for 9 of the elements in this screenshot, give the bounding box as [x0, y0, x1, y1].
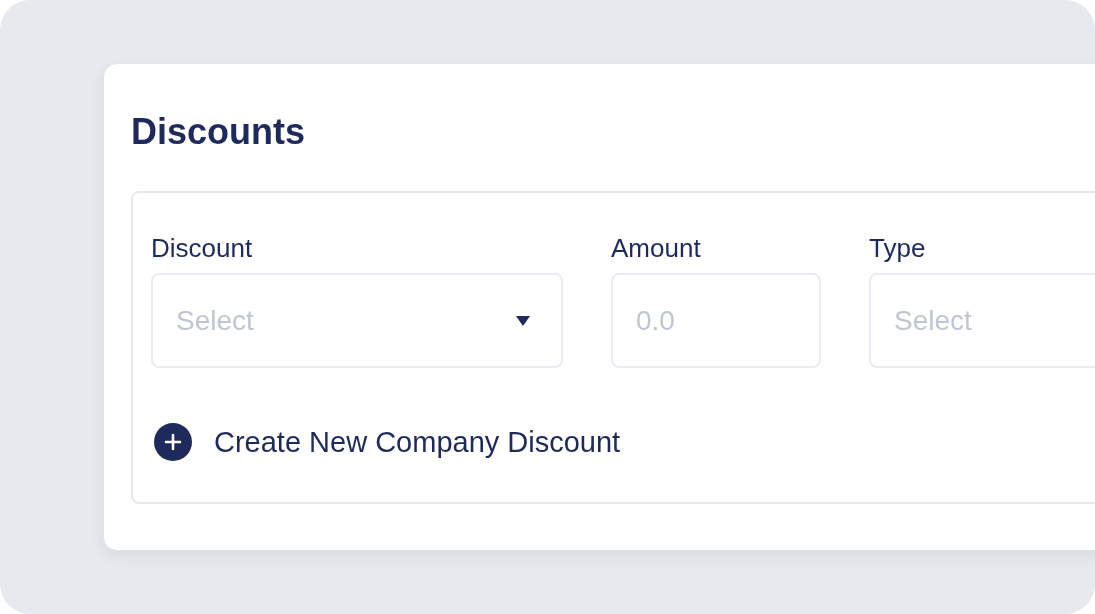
create-discount-button[interactable]: Create New Company Discount [154, 423, 621, 461]
field-label: Type [869, 232, 927, 264]
text-input[interactable]: Select [869, 273, 1095, 368]
text-input[interactable]: 0.0 [611, 273, 821, 368]
field-label: Amount [611, 232, 702, 264]
field-label: Discount [151, 232, 254, 264]
section-title: Discounts [131, 110, 307, 154]
plus-circle-icon [154, 423, 192, 461]
caret-down-icon [516, 315, 530, 326]
